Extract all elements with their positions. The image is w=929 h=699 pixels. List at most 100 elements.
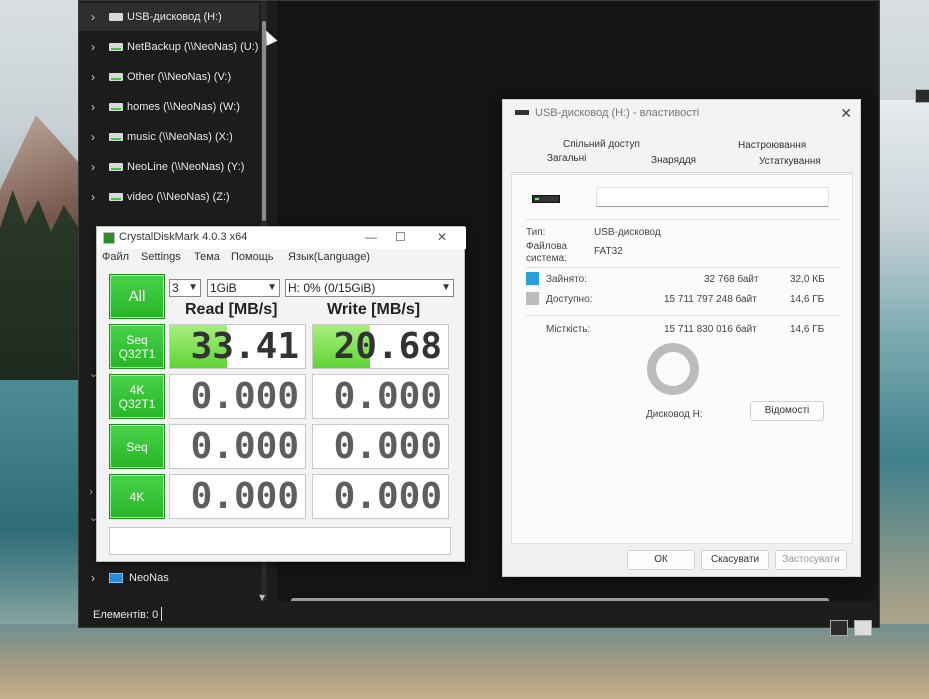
close-icon[interactable]: ✕ bbox=[840, 105, 852, 122]
tiles-view-button[interactable] bbox=[854, 620, 872, 636]
tab-tools[interactable]: Знаряддя bbox=[651, 155, 696, 166]
write-value: 0.000 bbox=[333, 476, 442, 517]
drive-letter-label: Дисковод H: bbox=[646, 409, 703, 420]
chevron-right-icon[interactable]: › bbox=[91, 160, 109, 174]
all-button-label: All bbox=[128, 287, 146, 305]
network-drive-icon bbox=[109, 133, 123, 141]
menu-settings[interactable]: Settings bbox=[141, 251, 181, 263]
test-button-seq-q32t1[interactable]: Seq Q32T1 bbox=[109, 324, 165, 369]
details-view-icon[interactable] bbox=[915, 89, 929, 103]
menu-language[interactable]: Язык(Language) bbox=[288, 251, 370, 263]
maximize-icon[interactable]: ☐ bbox=[395, 230, 406, 244]
chevron-right-icon[interactable]: › bbox=[91, 10, 109, 24]
details-button[interactable]: Відомості bbox=[750, 401, 824, 421]
nav-item-label: NetBackup (\\NeoNas) (U:) bbox=[127, 41, 259, 53]
drive-name-input[interactable] bbox=[596, 187, 829, 207]
title-bar: CrystalDiskMark 4.0.3 x64 — ☐ ✕ bbox=[97, 227, 466, 249]
disk-usage-donut bbox=[647, 343, 699, 395]
divider bbox=[526, 315, 840, 316]
network-drive-icon bbox=[109, 103, 123, 111]
test-label-line2: Q32T1 bbox=[118, 346, 156, 361]
drive-select[interactable]: H: 0% (0/15GiB) ▼ bbox=[285, 279, 454, 297]
text-cursor bbox=[161, 607, 162, 621]
write-result-seq-q32t1: 20.68 bbox=[312, 324, 449, 369]
menu-theme[interactable]: Тема bbox=[194, 251, 220, 263]
read-result-4k-q32t1: 0.000 bbox=[169, 374, 306, 419]
write-result-seq: 0.000 bbox=[312, 424, 449, 469]
chevron-right-icon[interactable]: › bbox=[91, 190, 109, 204]
free-size: 14,6 ГБ bbox=[790, 294, 825, 305]
ok-button[interactable]: ОК bbox=[627, 550, 695, 570]
title-bar: USB-дисковод (H:) - властивості ✕ bbox=[503, 100, 862, 126]
apply-button[interactable]: Застосувати bbox=[775, 550, 847, 570]
nav-item-label: USB-дисковод (H:) bbox=[127, 11, 222, 23]
type-label: Тип: bbox=[526, 227, 546, 238]
nav-item-usb-drive[interactable]: › USB-дисковод (H:) bbox=[79, 3, 259, 31]
chevron-right-icon[interactable]: › bbox=[89, 485, 93, 498]
scrollbar-thumb[interactable] bbox=[262, 21, 266, 221]
tab-general[interactable]: Загальні bbox=[547, 153, 586, 164]
usb-drive-icon bbox=[515, 110, 529, 115]
status-bar: Елементів: 0 bbox=[79, 601, 879, 627]
nav-item-label: video (\\NeoNas) (Z:) bbox=[127, 191, 230, 203]
chevron-down-icon: ▼ bbox=[188, 282, 198, 293]
details-view-button[interactable] bbox=[830, 620, 848, 636]
test-label-line1: Seq bbox=[126, 439, 148, 454]
read-value: 0.000 bbox=[190, 426, 299, 467]
chevron-down-icon: ▼ bbox=[267, 282, 277, 293]
nav-item-neonas[interactable]: › NeoNas bbox=[79, 564, 259, 592]
wallpaper-lake bbox=[0, 380, 90, 630]
size-value: 1GiB bbox=[210, 281, 237, 295]
write-result-4k-q32t1: 0.000 bbox=[312, 374, 449, 419]
crystaldiskmark-window: CrystalDiskMark 4.0.3 x64 — ☐ ✕ Файл Set… bbox=[96, 226, 466, 562]
size-select[interactable]: 1GiB ▼ bbox=[207, 279, 280, 297]
read-result-4k: 0.000 bbox=[169, 474, 306, 519]
test-button-seq[interactable]: Seq bbox=[109, 424, 165, 469]
free-label: Доступно: bbox=[546, 294, 593, 305]
chevron-right-icon[interactable]: › bbox=[91, 130, 109, 144]
menu-file[interactable]: Файл bbox=[102, 251, 129, 263]
count-value: 3 bbox=[172, 281, 179, 295]
nav-item-music[interactable]: › music (\\NeoNas) (X:) bbox=[79, 123, 259, 151]
nav-item-label: NeoNas bbox=[129, 572, 169, 584]
count-select[interactable]: 3 ▼ bbox=[169, 279, 201, 297]
comment-field[interactable] bbox=[109, 527, 451, 555]
cancel-button[interactable]: Скасувати bbox=[701, 550, 769, 570]
menu-help[interactable]: Помощь bbox=[231, 251, 274, 263]
test-button-4k[interactable]: 4K bbox=[109, 474, 165, 519]
tab-customize[interactable]: Настроювання bbox=[738, 140, 806, 151]
nav-item-video[interactable]: › video (\\NeoNas) (Z:) bbox=[79, 183, 259, 211]
drive-value: H: 0% (0/15GiB) bbox=[288, 281, 376, 295]
chevron-right-icon[interactable]: › bbox=[91, 40, 109, 54]
all-button[interactable]: All bbox=[109, 274, 165, 319]
test-label-line1: Seq bbox=[126, 332, 148, 347]
divider bbox=[526, 219, 840, 220]
write-header: Write [MB/s] bbox=[327, 301, 421, 318]
test-label-line2: Q32T1 bbox=[118, 396, 156, 411]
chevron-down-icon: ▼ bbox=[441, 282, 451, 293]
nav-item-other[interactable]: › Other (\\NeoNas) (V:) bbox=[79, 63, 259, 91]
ok-button-label: ОК bbox=[654, 554, 668, 565]
network-drive-icon bbox=[109, 163, 123, 171]
window-title: USB-дисковод (H:) - властивості bbox=[535, 107, 700, 119]
nav-item-label: homes (\\NeoNas) (W:) bbox=[127, 101, 240, 113]
chevron-right-icon[interactable]: › bbox=[91, 571, 109, 585]
tab-sharing[interactable]: Спільний доступ bbox=[563, 139, 640, 150]
write-value: 20.68 bbox=[333, 326, 442, 367]
capacity-size: 14,6 ГБ bbox=[790, 324, 825, 335]
minimize-icon[interactable]: — bbox=[365, 230, 377, 244]
nav-item-netbackup[interactable]: › NetBackup (\\NeoNas) (U:) bbox=[79, 33, 259, 61]
nav-item-label: Other (\\NeoNas) (V:) bbox=[127, 71, 232, 83]
chevron-right-icon[interactable]: › bbox=[91, 100, 109, 114]
write-result-4k: 0.000 bbox=[312, 474, 449, 519]
capacity-label: Місткість: bbox=[546, 324, 591, 335]
nav-item-homes[interactable]: › homes (\\NeoNas) (W:) bbox=[79, 93, 259, 121]
nav-item-neoline[interactable]: › NeoLine (\\NeoNas) (Y:) bbox=[79, 153, 259, 181]
type-value: USB-дисковод bbox=[594, 227, 661, 238]
chevron-right-icon[interactable]: › bbox=[91, 70, 109, 84]
tab-hardware[interactable]: Устаткування bbox=[759, 156, 821, 167]
network-drive-icon bbox=[109, 43, 123, 51]
apply-button-label: Застосувати bbox=[782, 554, 840, 565]
close-icon[interactable]: ✕ bbox=[437, 230, 447, 244]
test-button-4k-q32t1[interactable]: 4K Q32T1 bbox=[109, 374, 165, 419]
